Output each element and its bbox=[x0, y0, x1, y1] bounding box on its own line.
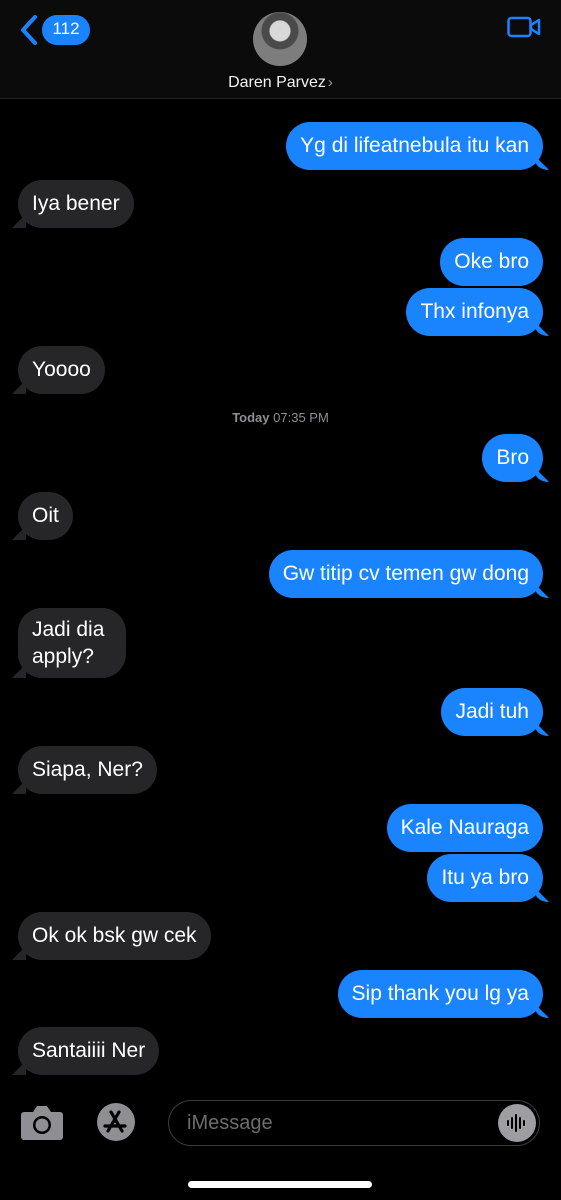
home-indicator[interactable] bbox=[188, 1181, 372, 1188]
camera-icon bbox=[21, 1106, 63, 1140]
message-received[interactable]: Santaiiii Ner bbox=[18, 1027, 160, 1075]
message-received[interactable]: Siapa, Ner? bbox=[18, 746, 157, 794]
timestamp: Today 07:35 PM bbox=[0, 410, 561, 425]
audio-message-button[interactable] bbox=[498, 1104, 536, 1142]
timestamp-day: Today bbox=[232, 410, 270, 425]
app-store-button[interactable] bbox=[92, 1102, 140, 1142]
message-sent[interactable]: Jadi tuh bbox=[441, 688, 543, 736]
camera-button[interactable] bbox=[20, 1102, 64, 1142]
message-sent[interactable]: Sip thank you lg ya bbox=[337, 970, 543, 1018]
message-sent[interactable]: Itu ya bro bbox=[427, 854, 543, 902]
chevron-left-icon bbox=[21, 15, 37, 45]
unread-count-badge: 112 bbox=[42, 15, 90, 45]
message-input-placeholder: iMessage bbox=[187, 1112, 273, 1134]
message-received[interactable]: Yoooo bbox=[18, 346, 105, 394]
message-sent[interactable]: Bro bbox=[482, 434, 543, 482]
video-call-button[interactable] bbox=[507, 16, 541, 43]
message-sent[interactable]: Thx infonya bbox=[406, 288, 543, 336]
video-camera-icon bbox=[507, 16, 541, 38]
message-received[interactable]: Jadi dia apply? bbox=[18, 608, 126, 678]
message-received[interactable]: Ok ok bsk gw cek bbox=[18, 912, 211, 960]
back-button[interactable]: 112 bbox=[20, 14, 90, 46]
message-received[interactable]: Iya bener bbox=[18, 180, 134, 228]
message-sent[interactable]: Oke bro bbox=[440, 238, 543, 286]
chevron-right-icon: › bbox=[327, 74, 333, 91]
message-sent[interactable]: Yg di lifeatnebula itu kan bbox=[286, 122, 543, 170]
timestamp-time: 07:35 PM bbox=[273, 410, 329, 425]
app-store-icon bbox=[97, 1103, 135, 1141]
contact-name-button[interactable]: Daren Parvez › bbox=[0, 74, 561, 92]
message-sent[interactable]: Kale Nauraga bbox=[386, 804, 543, 852]
conversation-header: 112 Daren Parvez › bbox=[0, 0, 561, 99]
audio-waveform-icon bbox=[507, 1114, 525, 1132]
message-sent[interactable]: Gw titip cv temen gw dong bbox=[268, 550, 543, 598]
contact-avatar[interactable] bbox=[253, 12, 307, 66]
message-input[interactable]: iMessage bbox=[168, 1100, 540, 1146]
contact-name: Daren Parvez bbox=[228, 74, 326, 91]
message-received[interactable]: Oit bbox=[18, 492, 73, 540]
